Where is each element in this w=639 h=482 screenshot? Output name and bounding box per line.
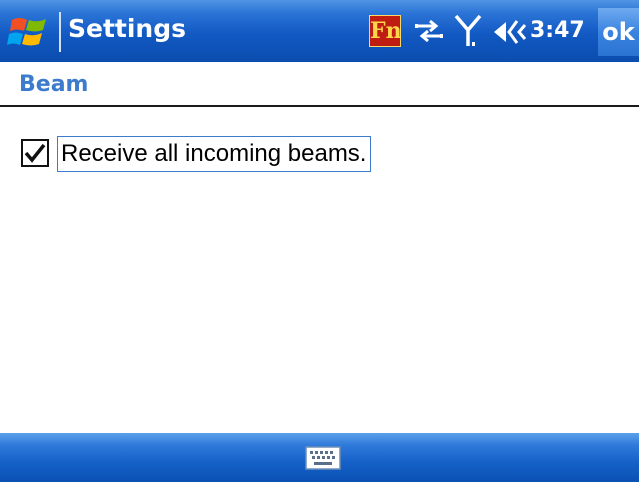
windows-flag-icon [7, 18, 46, 46]
page-title: Beam [19, 72, 89, 97]
pocketpc-screen: Settings Fn 3:47 ok Beam Receive all inc… [0, 0, 639, 482]
header-divider [0, 105, 639, 107]
signal-antenna-icon[interactable] [453, 12, 483, 50]
ok-button[interactable]: ok [598, 8, 639, 56]
start-button[interactable] [6, 8, 54, 56]
receive-beams-label[interactable]: Receive all incoming beams. [57, 136, 372, 172]
clock-time[interactable]: 3:47 [530, 15, 590, 47]
connectivity-arrows-icon[interactable] [413, 15, 445, 47]
checkmark-icon [24, 143, 46, 163]
window-title: Settings [68, 14, 187, 43]
fn-key-icon[interactable]: Fn [369, 15, 402, 47]
volume-speaker-icon[interactable] [492, 17, 528, 47]
title-bar: Settings Fn 3:47 ok [0, 0, 639, 62]
page-header [0, 62, 639, 106]
title-separator [59, 12, 61, 52]
receive-beams-checkbox[interactable] [21, 139, 49, 167]
keyboard-icon[interactable] [305, 446, 341, 470]
